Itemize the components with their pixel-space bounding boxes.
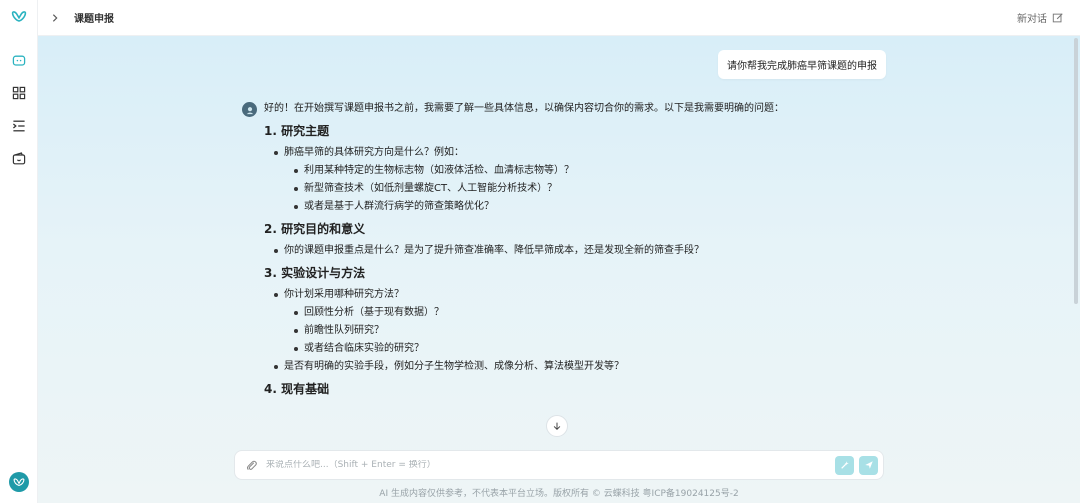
arrow-down-icon: [553, 422, 561, 431]
expand-chevron-icon[interactable]: [48, 11, 62, 25]
new-chat-button[interactable]: 新对话: [1017, 10, 1064, 25]
user-message: 请你帮我完成肺癌早筛课题的申报: [718, 50, 886, 79]
wand-icon: [840, 461, 849, 469]
list-item: 前瞻性队列研究？: [292, 324, 824, 337]
reply-intro: 好的！在开始撰写课题申报书之前，我需要了解一些具体信息，以确保内容切合你的需求。…: [264, 103, 784, 114]
send-icon: [864, 461, 873, 469]
attachment-icon[interactable]: [244, 458, 258, 472]
wallet-icon[interactable]: [10, 150, 28, 168]
list-item: 肺癌早筛的具体研究方向是什么？例如： 利用某种特定的生物标志物（如液体活检、血清…: [272, 146, 824, 213]
breadcrumb: 课题申报: [74, 14, 114, 25]
footer-disclaimer: AI 生成内容仅供参考，不代表本平台立场。版权所有 © 云蝶科技 粤ICP备19…: [379, 489, 739, 499]
section-title: 4. 现有基础: [264, 382, 330, 396]
list-item: 你计划采用哪种研究方法？ 回顾性分析（基于现有数据）？ 前瞻性队列研究？ 或者结…: [272, 288, 824, 355]
assistant-reply: 好的！在开始撰写课题申报书之前，我需要了解一些具体信息，以确保内容切合你的需求。…: [264, 102, 824, 404]
logo-icon[interactable]: [10, 8, 28, 26]
list-indent-icon[interactable]: [10, 117, 28, 135]
grid-icon[interactable]: [10, 84, 28, 102]
list-item: 你的课题申报重点是什么？是为了提升筛查准确率、降低早筛成本，还是发现全新的筛查手…: [272, 244, 824, 257]
list-item: 或者结合临床实验的研究？: [292, 342, 824, 355]
edit-icon: [1052, 12, 1063, 22]
list-item: 是否有明确的实验手段，例如分子生物学检测、成像分析、算法模型开发等？: [272, 360, 824, 373]
chat-icon[interactable]: [10, 52, 28, 70]
scroll-to-bottom-button[interactable]: [546, 415, 568, 437]
scrollbar[interactable]: [1074, 38, 1078, 304]
new-chat-label: 新对话: [1017, 14, 1047, 25]
top-bar: 课题申报 新对话: [38, 0, 1080, 36]
chat-input[interactable]: [266, 460, 835, 470]
section-title: 1. 研究主题: [264, 124, 330, 138]
sidebar: [0, 0, 38, 503]
assistant-avatar: [242, 102, 257, 117]
tools-button[interactable]: [835, 455, 854, 475]
list-item: 或者是基于人群流行病学的筛查策略优化？: [292, 200, 824, 213]
list-item: 利用某种特定的生物标志物（如液体活检、血清标志物等）？: [292, 164, 824, 177]
bot-icon: [246, 106, 253, 114]
section-title: 2. 研究目的和意义: [264, 222, 366, 236]
section-title: 3. 实验设计与方法: [264, 266, 366, 280]
send-button[interactable]: [859, 455, 878, 475]
user-avatar[interactable]: [9, 472, 29, 492]
list-item: 新型筛查技术（如低剂量螺旋CT、人工智能分析技术）？: [292, 182, 824, 195]
chat-area: 请你帮我完成肺癌早筛课题的申报 好的！在开始撰写课题申报书之前，我需要了解一些具…: [38, 36, 1080, 503]
chat-input-box: [234, 450, 884, 480]
list-item: 回顾性分析（基于现有数据）？: [292, 306, 824, 319]
